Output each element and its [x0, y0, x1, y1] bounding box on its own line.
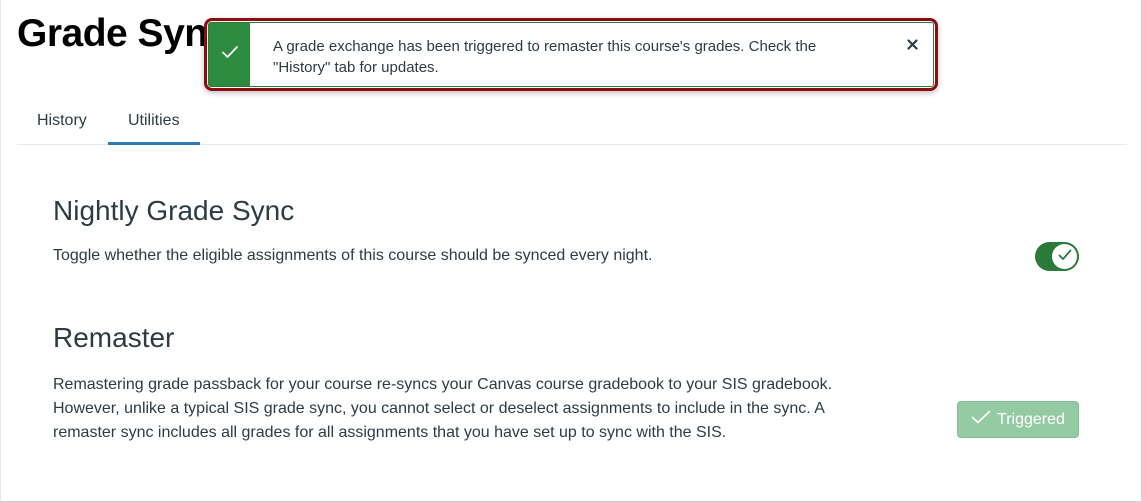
toggle-knob — [1052, 244, 1077, 269]
toast-body: A grade exchange has been triggered to r… — [208, 22, 934, 87]
toast-icon-band — [209, 23, 250, 86]
check-icon — [1058, 248, 1072, 266]
remaster-description: Remastering grade passback for your cour… — [53, 376, 833, 441]
success-toast: A grade exchange has been triggered to r… — [204, 18, 938, 91]
triggered-button[interactable]: Triggered — [957, 401, 1079, 438]
nightly-sync-toggle[interactable] — [1035, 242, 1079, 271]
close-icon[interactable] — [904, 36, 920, 52]
tab-history[interactable]: History — [17, 100, 107, 145]
toast-message: A grade exchange has been triggered to r… — [273, 38, 817, 76]
tab-utilities[interactable]: Utilities — [108, 100, 200, 145]
check-icon — [971, 410, 991, 429]
nightly-grade-sync-title: Nightly Grade Sync — [53, 195, 295, 226]
nightly-grade-sync-description: Toggle whether the eligible assignments … — [53, 247, 653, 264]
check-icon — [221, 45, 239, 64]
tab-bar: History Utilities — [17, 100, 1127, 145]
remaster-title: Remaster — [53, 322, 175, 353]
page-title: Grade Syn — [17, 12, 208, 55]
triggered-button-label: Triggered — [997, 410, 1065, 428]
